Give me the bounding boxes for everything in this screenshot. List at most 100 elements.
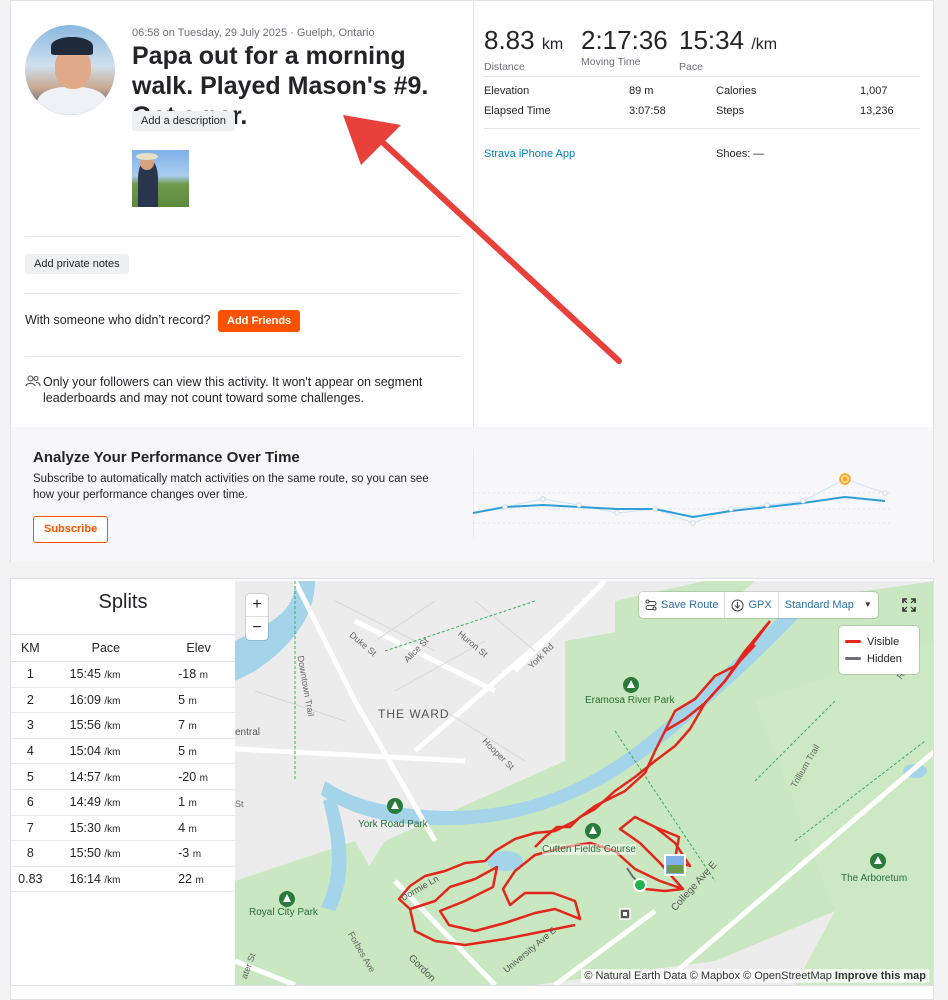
activity-meta: 06:58 on Tuesday, 29 July 2025 · Guelph,…: [132, 27, 375, 39]
stat-elapsed-value: 3:07:58: [629, 105, 666, 117]
improve-map-link[interactable]: Improve this map: [835, 970, 926, 982]
stat-elevation-value: 89 m: [629, 85, 654, 97]
table-row: 2 16:09 /km 5 m: [11, 687, 235, 714]
split-pace: 15:45 /km: [49, 661, 163, 688]
activity-photo-thumbnail[interactable]: [132, 150, 189, 207]
stat-steps-value: 13,236: [860, 105, 894, 117]
map-label-arboretum: The Arboretum: [841, 873, 908, 884]
map-legend: Visible Hidden: [839, 626, 919, 674]
split-pace: 15:50 /km: [49, 840, 163, 867]
map-label-central: entral: [235, 727, 261, 738]
subscribe-button[interactable]: Subscribe: [33, 516, 109, 543]
table-row: 4 15:04 /km 5 m: [11, 738, 235, 765]
map-label-the-ward: THE WARD: [378, 707, 450, 721]
fullscreen-icon: [902, 598, 916, 612]
map-label-york-road-park: York Road Park: [358, 819, 428, 830]
legend-visible-swatch: [845, 640, 861, 643]
split-elev: 5 m: [162, 738, 235, 765]
map-style-dropdown[interactable]: Standard Map ▼: [779, 592, 878, 618]
split-pace: 14:57 /km: [49, 763, 163, 790]
splits-table: KM Pace Elev 1 15:45 /km -18 m 2 16:09 /km 5 …: [11, 634, 235, 893]
activity-header-panel: 06:58 on Tuesday, 29 July 2025 · Guelph,…: [10, 0, 934, 562]
split-pace: 15:30 /km: [49, 815, 163, 842]
map-toolbar: Save Route GPX Standard Map ▼: [639, 592, 878, 618]
friends-prompt: With someone who didn’t record?: [25, 313, 211, 327]
map-canvas[interactable]: [235, 581, 933, 985]
split-elev: 4 m: [162, 815, 235, 842]
splits-header-elev: Elev: [162, 634, 235, 662]
stat-elevation-label: Elevation: [484, 85, 530, 97]
split-pace: 15:04 /km: [49, 738, 163, 765]
splits-header-km: KM: [11, 634, 50, 662]
table-row: 6 14:49 /km 1 m: [11, 789, 235, 816]
map-label-cutten: Cutten Fields Course: [542, 844, 636, 855]
gpx-button[interactable]: GPX: [725, 592, 779, 618]
divider: [484, 76, 920, 77]
splits-header-pace: Pace: [49, 634, 163, 662]
stat-moving-time: 2:17:36 Moving Time: [581, 25, 668, 68]
split-km: 1: [11, 661, 50, 688]
stat-calories-label: Calories: [716, 85, 757, 97]
analyze-performance-section: Analyze Your Performance Over Time Subsc…: [11, 427, 933, 562]
splits-map-panel: Splits KM Pace Elev 1 15:45 /km -18 m 2 16:0…: [10, 578, 934, 1000]
stat-distance: 8.83 km Distance: [484, 25, 564, 73]
stat-steps-label: Steps: [716, 105, 745, 117]
panel-bottom-edge: [11, 985, 933, 999]
annotation-arrow: [343, 115, 622, 364]
split-km: 8: [11, 840, 50, 867]
split-km: 5: [11, 763, 50, 790]
split-km: 0.83: [11, 866, 50, 893]
split-km: 4: [11, 738, 50, 765]
split-elev: 7 m: [162, 712, 235, 739]
stat-calories-value: 1,007: [860, 85, 888, 97]
caret-down-icon: ▼: [863, 600, 872, 609]
avatar[interactable]: [25, 25, 115, 115]
split-pace: 16:09 /km: [49, 687, 163, 714]
add-description-button[interactable]: Add a description: [132, 111, 235, 131]
split-pace: 15:56 /km: [49, 712, 163, 739]
analyze-title: Analyze Your Performance Over Time: [33, 449, 300, 466]
save-route-button[interactable]: Save Route: [639, 592, 726, 618]
table-row: 7 15:30 /km 4 m: [11, 815, 235, 842]
legend-hidden-swatch: [845, 657, 861, 660]
map-label-eramosa: Eramosa River Park: [585, 695, 675, 706]
add-friends-button[interactable]: Add Friends: [218, 310, 301, 332]
zoom-control: + −: [246, 594, 268, 640]
legend-hidden-label: Hidden: [867, 652, 902, 665]
map-attribution[interactable]: © Natural Earth Data © Mapbox © OpenStre…: [581, 969, 929, 983]
followers-icon: [25, 375, 41, 387]
download-icon: [731, 599, 744, 611]
split-elev: 5 m: [162, 687, 235, 714]
zoom-in-button[interactable]: +: [246, 594, 268, 617]
split-elev: 22 m: [162, 866, 235, 893]
split-elev: -18 m: [162, 661, 235, 688]
split-km: 7: [11, 815, 50, 842]
route-map[interactable]: THE WARD Eramosa River Park York Road Pa…: [235, 581, 933, 985]
performance-trend-chart: [473, 449, 893, 539]
split-pace: 14:49 /km: [49, 789, 163, 816]
shoes-info: Shoes: —: [716, 148, 765, 160]
zoom-out-button[interactable]: −: [246, 617, 268, 640]
split-km: 2: [11, 687, 50, 714]
split-pace: 16:14 /km: [49, 866, 163, 893]
split-km: 3: [11, 712, 50, 739]
map-label-st: St: [235, 799, 244, 809]
privacy-note: Only your followers can view this activi…: [43, 375, 423, 405]
route-icon: [645, 599, 657, 611]
split-elev: -20 m: [162, 763, 235, 790]
map-label-royal-city: Royal City Park: [249, 907, 318, 918]
splits-title: Splits: [98, 591, 148, 613]
table-row: 5 14:57 /km -20 m: [11, 763, 235, 790]
split-km: 6: [11, 789, 50, 816]
stat-pace: 15:34 /km Pace: [679, 25, 778, 73]
table-row: 3 15:56 /km 7 m: [11, 712, 235, 739]
legend-visible-label: Visible: [867, 635, 900, 648]
table-row: 8 15:50 /km -3 m: [11, 840, 235, 867]
add-private-notes-button[interactable]: Add private notes: [25, 254, 129, 274]
analyze-text: Subscribe to automatically match activit…: [33, 473, 429, 501]
table-row: 0.83 16:14 /km 22 m: [11, 866, 235, 893]
split-elev: -3 m: [162, 840, 235, 867]
split-elev: 1 m: [162, 789, 235, 816]
fullscreen-button[interactable]: [896, 592, 922, 618]
table-row: 1 15:45 /km -18 m: [11, 661, 235, 688]
